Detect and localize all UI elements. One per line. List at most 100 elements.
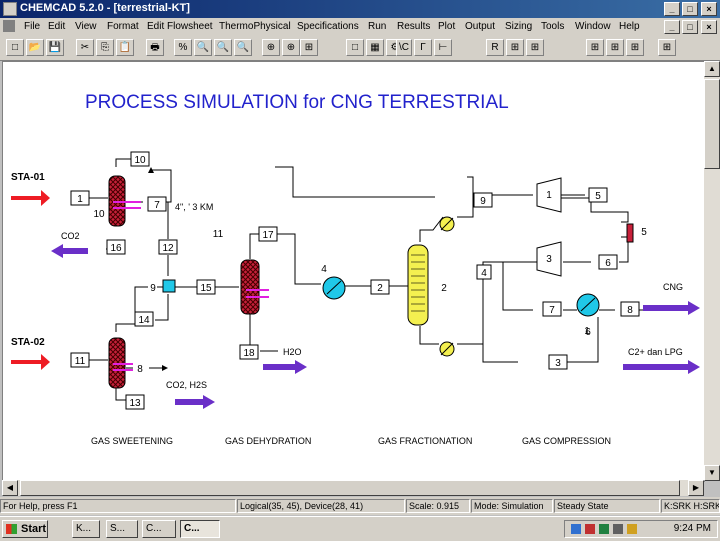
menu-view[interactable]: View [75, 21, 97, 32]
tray-volume-icon[interactable] [613, 524, 623, 534]
label-cng: CNG [663, 282, 683, 292]
menu-edit[interactable]: Edit [48, 21, 65, 32]
menu-thermophysical[interactable]: ThermoPhysical [219, 21, 291, 32]
tray-antivirus-icon[interactable] [585, 524, 595, 534]
grid-icon[interactable]: ⊞ [300, 39, 318, 56]
scroll-left-arrow-icon[interactable]: ◀ [2, 480, 18, 496]
taskbar-button-2[interactable]: S... [106, 520, 138, 538]
gamma-icon[interactable]: Γ [414, 39, 432, 56]
vertical-scrollbar[interactable]: ▲ ▼ [704, 61, 720, 481]
svg-text:GAS DEHYDRATION: GAS DEHYDRATION [225, 436, 311, 446]
component-icon[interactable]: \C [396, 39, 412, 56]
taskbar-button-1[interactable]: K... [72, 520, 100, 538]
inspect-icon[interactable]: ⊞ [626, 39, 644, 56]
taskbar-button-3[interactable]: C... [142, 520, 176, 538]
scroll-down-arrow-icon[interactable]: ▼ [704, 465, 720, 481]
percent-icon[interactable]: % [174, 39, 192, 56]
svg-text:6: 6 [585, 327, 591, 338]
menu-sizing[interactable]: Sizing [505, 21, 532, 32]
menu-specifications[interactable]: Specifications [297, 21, 359, 32]
doc-restore-button[interactable]: □ [682, 20, 698, 34]
output-icon[interactable]: ⊞ [658, 39, 676, 56]
plot-icon[interactable]: ⊞ [586, 39, 604, 56]
scroll-right-arrow-icon[interactable]: ▶ [688, 480, 704, 496]
open-icon[interactable]: 📂 [26, 39, 44, 56]
print-icon[interactable]: 🖶 [146, 39, 164, 56]
start-button[interactable]: Start [2, 520, 48, 538]
taskbar: Start K... S... C... C... 9:24 PM [0, 516, 720, 541]
app-icon[interactable] [3, 2, 17, 16]
svg-text:GAS SWEETENING: GAS SWEETENING [91, 436, 173, 446]
horizontal-scrollbar[interactable]: ◀ ▶ [2, 480, 704, 496]
tray-update-icon[interactable] [599, 524, 609, 534]
taskbar-button-active[interactable]: C... [180, 520, 220, 538]
save-icon[interactable]: 💾 [46, 39, 64, 56]
label-co2h2s: CO2, H2S [166, 380, 207, 390]
status-state: Steady State [554, 499, 660, 513]
results-icon[interactable]: R [486, 39, 504, 56]
svg-text:3: 3 [546, 254, 552, 265]
menu-plot[interactable]: Plot [438, 21, 455, 32]
select-icon[interactable]: □ [346, 39, 364, 56]
svg-text:4: 4 [321, 264, 327, 275]
distillation-column[interactable] [407, 244, 429, 326]
copy-icon[interactable]: ⎘ [96, 39, 114, 56]
table-icon[interactable]: ⊞ [526, 39, 544, 56]
document-icon[interactable] [3, 20, 15, 32]
menu-tools[interactable]: Tools [541, 21, 564, 32]
svg-text:11: 11 [75, 356, 86, 367]
menu-format[interactable]: Format [107, 21, 139, 32]
menu-run[interactable]: Run [368, 21, 386, 32]
cut-icon[interactable]: ✂ [76, 39, 94, 56]
svg-text:9: 9 [150, 283, 156, 294]
tray-messenger-icon[interactable] [627, 524, 637, 534]
new-icon[interactable]: □ [6, 39, 24, 56]
palette-icon[interactable]: ▦ [366, 39, 384, 56]
zoom-in-icon[interactable]: 🔍 [194, 39, 212, 56]
toolbar: □ 📂 💾 ✂ ⎘ 📋 🖶 % 🔍 🔍 🔍 ⊕ ⊕ ⊞ □ ▦ ⚙ \C Γ ⊢… [0, 36, 720, 61]
vertical-scroll-thumb[interactable] [704, 79, 720, 169]
horizontal-scroll-thumb[interactable] [20, 480, 680, 496]
add-unit-icon[interactable]: ⊕ [262, 39, 280, 56]
feed-arrow-sta02 [11, 354, 50, 370]
doc-minimize-button[interactable]: _ [664, 20, 680, 34]
svg-text:9: 9 [480, 196, 486, 207]
svg-text:GAS FRACTIONATION: GAS FRACTIONATION [378, 436, 472, 446]
menu-window[interactable]: Window [575, 21, 611, 32]
product-arrow-co2 [51, 244, 88, 258]
minimize-button[interactable]: _ [664, 2, 680, 16]
preview-icon[interactable]: ⊞ [606, 39, 624, 56]
menu-file[interactable]: File [24, 21, 40, 32]
flowsheet-canvas[interactable]: PROCESS SIMULATION for CNG TERRESTRIAL S… [2, 61, 705, 482]
pipeline-distance: 4", ' 3 KM [175, 202, 213, 212]
add-stream-icon[interactable]: ⊕ [282, 39, 300, 56]
menu-bar: File Edit View Format Edit Flowsheet The… [0, 18, 720, 36]
menu-edit-flowsheet[interactable]: Edit Flowsheet [147, 21, 213, 32]
svg-text:2: 2 [377, 283, 383, 294]
paste-icon[interactable]: 📋 [116, 39, 134, 56]
tree-icon[interactable]: ⊢ [434, 39, 452, 56]
valve[interactable] [626, 223, 634, 243]
close-button[interactable]: × [701, 2, 717, 16]
svg-text:17: 17 [262, 230, 274, 241]
status-mode: Mode: Simulation [471, 499, 553, 513]
tray-network-icon[interactable] [571, 524, 581, 534]
menu-results[interactable]: Results [397, 21, 430, 32]
menu-help[interactable]: Help [619, 21, 640, 32]
status-thermo: K:SRK H:SRK [661, 499, 720, 513]
mixer[interactable] [162, 279, 176, 293]
clock[interactable]: 9:24 PM [674, 523, 711, 534]
doc-close-button[interactable]: × [701, 20, 717, 34]
zoom-fit-icon[interactable]: 🔍 [234, 39, 252, 56]
svg-text:5: 5 [641, 227, 647, 238]
system-tray: 9:24 PM [564, 520, 718, 538]
unit-ids: 2 1 3 5 6 [441, 227, 647, 338]
svg-text:16: 16 [110, 243, 122, 254]
report-icon[interactable]: ⊞ [506, 39, 524, 56]
maximize-button[interactable]: □ [682, 2, 698, 16]
scroll-up-arrow-icon[interactable]: ▲ [704, 61, 720, 77]
menu-output[interactable]: Output [465, 21, 495, 32]
svg-text:7: 7 [549, 305, 555, 316]
dehydrator[interactable] [240, 259, 260, 315]
zoom-out-icon[interactable]: 🔍 [214, 39, 232, 56]
